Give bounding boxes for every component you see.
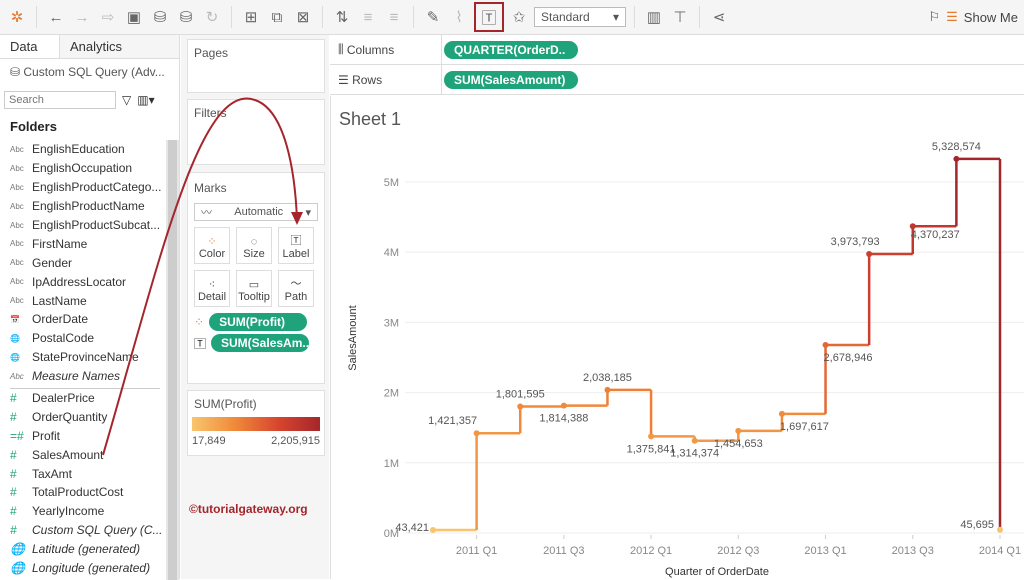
x-tick-label: 2011 Q1 xyxy=(456,545,497,557)
y-tick-label: 3M xyxy=(384,317,399,329)
y-tick-label: 2M xyxy=(384,388,399,400)
y-tick-label: 4M xyxy=(384,247,399,259)
data-label: 45,695 xyxy=(960,519,994,531)
data-point xyxy=(778,410,785,417)
data-label: 1,801,595 xyxy=(496,389,545,401)
data-label: 1,314,374 xyxy=(670,448,719,460)
data-label: 1,454,653 xyxy=(714,438,763,450)
data-point xyxy=(430,526,436,533)
data-label: 1,697,617 xyxy=(780,421,829,433)
data-point xyxy=(517,403,524,410)
data-label: 4,370,237 xyxy=(911,229,960,241)
data-label: 43,421 xyxy=(395,522,429,534)
data-point xyxy=(997,526,1003,533)
x-tick-label: 2013 Q1 xyxy=(804,545,846,557)
x-tick-label: 2014 Q1 xyxy=(979,545,1021,557)
data-point xyxy=(735,427,742,434)
y-tick-label: 5M xyxy=(384,177,399,189)
data-label: 5,328,574 xyxy=(932,141,981,153)
data-point xyxy=(866,251,873,258)
x-tick-label: 2011 Q3 xyxy=(543,545,584,557)
data-point xyxy=(953,155,960,162)
data-point xyxy=(691,437,698,444)
arrowhead-icon xyxy=(291,212,303,225)
data-label: 1,814,388 xyxy=(539,413,588,425)
data-point xyxy=(648,433,655,440)
data-point xyxy=(604,386,611,393)
data-point xyxy=(560,402,567,409)
x-tick-label: 2013 Q3 xyxy=(892,545,934,557)
data-label: 2,678,946 xyxy=(824,352,873,364)
x-tick-label: 2012 Q3 xyxy=(717,545,759,557)
x-axis-title: Quarter of OrderDate xyxy=(665,566,769,578)
data-label: 2,038,185 xyxy=(583,372,632,384)
y-axis-title: SalesAmount xyxy=(347,305,359,370)
step-line-chart: Quarter of OrderDate SalesAmount 0M1M2M3… xyxy=(102,97,1024,578)
data-label: 1,375,841 xyxy=(627,443,676,455)
data-point xyxy=(473,430,480,437)
data-label: 3,973,793 xyxy=(831,236,880,248)
data-label: 1,421,357 xyxy=(428,415,477,427)
data-point xyxy=(822,341,829,348)
x-tick-label: 2012 Q1 xyxy=(630,545,672,557)
y-tick-label: 1M xyxy=(384,458,399,470)
annotation-arrow xyxy=(102,97,298,456)
